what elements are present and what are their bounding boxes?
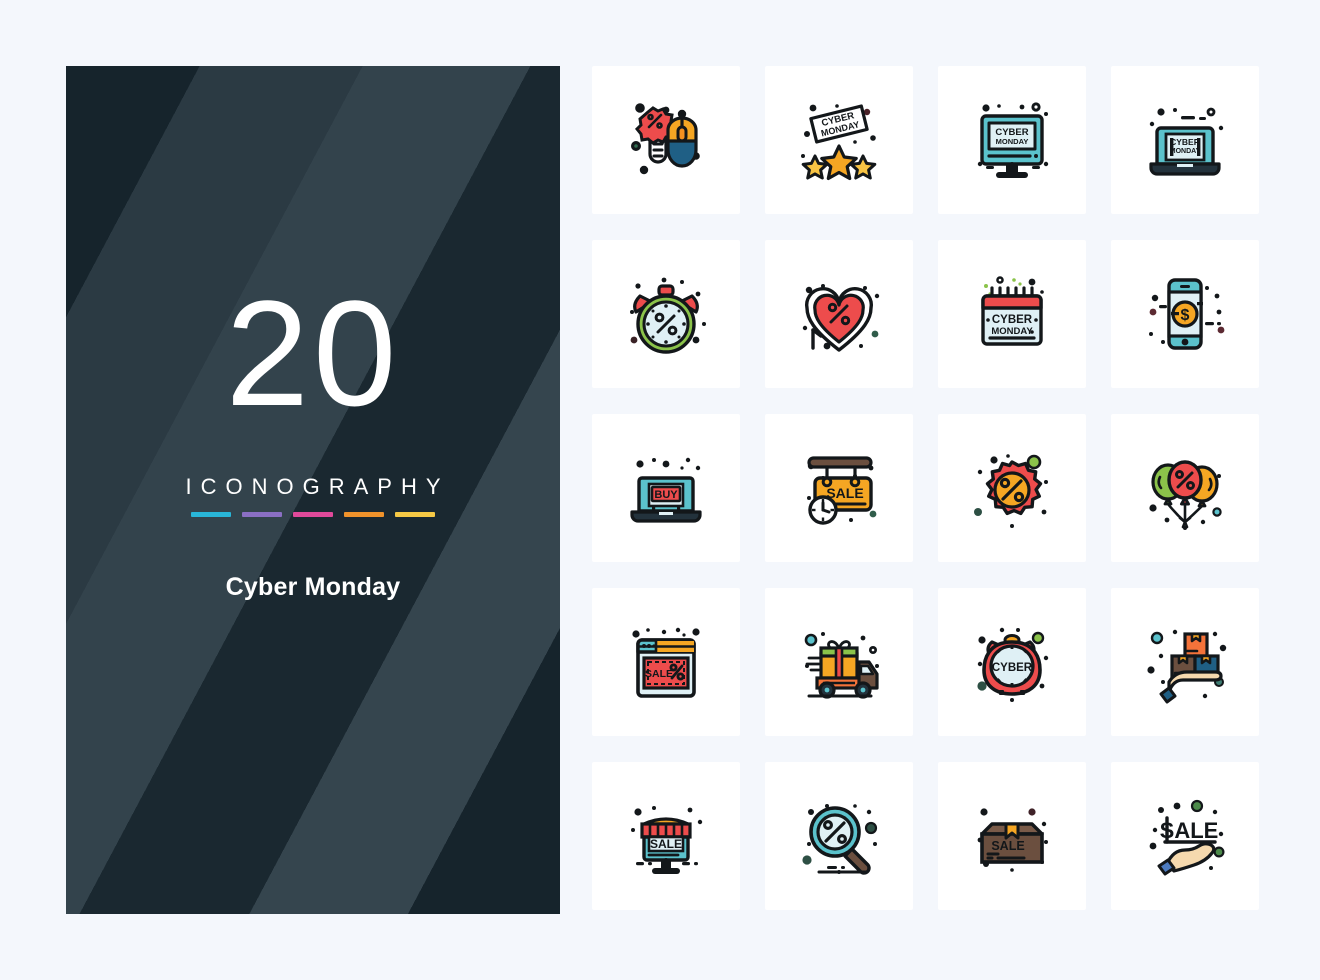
discount-badge-icon: [974, 454, 1048, 528]
svg-text:MONDAY: MONDAY: [991, 326, 1033, 337]
cover-title: Cyber Monday: [225, 573, 401, 601]
cover-panel: 20 ICONOGRAPHY Cyber Monday: [66, 66, 560, 914]
balloons-discount-icon: [1149, 460, 1222, 530]
bar-yellow: [395, 512, 435, 517]
bar-orange: [344, 512, 384, 517]
hand-holding-packages-icon: [1147, 629, 1227, 704]
svg-text:CYBER: CYBER: [1170, 137, 1200, 147]
icon-card-hanging-sale-sign-clock[interactable]: SALE: [765, 414, 913, 562]
icon-card-laptop-buy[interactable]: BUY: [592, 414, 740, 562]
icon-card-hand-presenting-sale[interactable]: SALE: [1111, 762, 1259, 910]
svg-text:$: $: [1181, 307, 1190, 324]
bar-purple: [242, 512, 282, 517]
icon-card-hand-holding-packages[interactable]: [1111, 588, 1259, 736]
sale-box-package-icon: SALE: [977, 808, 1048, 872]
bar-cyan: [191, 512, 231, 517]
bar-pink: [293, 512, 333, 517]
computer-mouse-discount-icon: [631, 103, 700, 175]
magnifier-discount-search-icon: [802, 804, 878, 875]
delivery-truck-gift-icon: [804, 632, 879, 699]
online-store-sale-icon: SALE: [631, 806, 703, 874]
laptop-buy-icon: BUY: [630, 457, 702, 523]
svg-text:CYBER: CYBER: [992, 314, 1033, 326]
laptop-cyber-monday-icon: CYBER MONDAY: [1149, 107, 1224, 176]
icon-card-magnifier-discount-search[interactable]: [765, 762, 913, 910]
svg-text:MONDAY: MONDAY: [1170, 148, 1201, 155]
svg-text:CYBER: CYBER: [992, 662, 1033, 674]
icon-card-cyber-monday-ticket-stars[interactable]: CYBER MONDAY: [765, 66, 913, 214]
icon-card-balloons-discount[interactable]: [1111, 414, 1259, 562]
hand-presenting-sale-icon: SALE: [1149, 799, 1225, 876]
icon-card-computer-mouse-discount[interactable]: [592, 66, 740, 214]
cyber-monday-ticket-stars-icon: CYBER MONDAY: [801, 104, 877, 181]
accent-bar-group: [191, 512, 435, 517]
icon-card-calendar-cyber-monday[interactable]: CYBER MONDAY: [938, 240, 1086, 388]
desktop-monitor-cyber-monday-icon: CYBER MONDAY: [977, 102, 1049, 178]
svg-text:MONDAY: MONDAY: [996, 137, 1029, 146]
icon-card-alarm-clock-discount[interactable]: [592, 240, 740, 388]
cyber-alarm-clock-icon: CYBER: [977, 627, 1049, 702]
calendar-cyber-monday-icon: CYBER MONDAY: [981, 276, 1044, 346]
heart-discount-icon: [802, 284, 880, 352]
icon-card-browser-sale-window[interactable]: SALE: [592, 588, 740, 736]
icon-card-sale-box-package[interactable]: SALE: [938, 762, 1086, 910]
cover-subtitle: ICONOGRAPHY: [185, 474, 450, 499]
icon-card-heart-discount[interactable]: [765, 240, 913, 388]
icon-grid: CYBER MONDAY CYBER MONDAY CYBER MONDAY C…: [592, 66, 1259, 914]
svg-text:SALE: SALE: [991, 839, 1024, 853]
svg-text:BUY: BUY: [654, 489, 678, 501]
svg-text:SALE: SALE: [645, 668, 673, 680]
icon-card-mobile-payment-dollar[interactable]: $: [1111, 240, 1259, 388]
page-root: 20 ICONOGRAPHY Cyber Monday CYBER MONDAY…: [0, 0, 1320, 980]
icon-card-discount-badge[interactable]: [938, 414, 1086, 562]
icon-card-online-store-sale[interactable]: SALE: [592, 762, 740, 910]
browser-sale-window-icon: SALE: [632, 627, 700, 698]
icon-card-delivery-truck-gift[interactable]: [765, 588, 913, 736]
icon-card-desktop-monitor-cyber-monday[interactable]: CYBER MONDAY: [938, 66, 1086, 214]
alarm-clock-discount-icon: [630, 277, 706, 354]
hanging-sale-sign-clock-icon: SALE: [807, 456, 877, 525]
mobile-payment-dollar-icon: $: [1149, 278, 1225, 350]
svg-text:SALE: SALE: [650, 837, 682, 851]
icon-card-laptop-cyber-monday[interactable]: CYBER MONDAY: [1111, 66, 1259, 214]
cover-content: 20 ICONOGRAPHY Cyber Monday: [66, 66, 560, 914]
icon-card-cyber-alarm-clock[interactable]: CYBER: [938, 588, 1086, 736]
icon-count: 20: [225, 269, 401, 437]
